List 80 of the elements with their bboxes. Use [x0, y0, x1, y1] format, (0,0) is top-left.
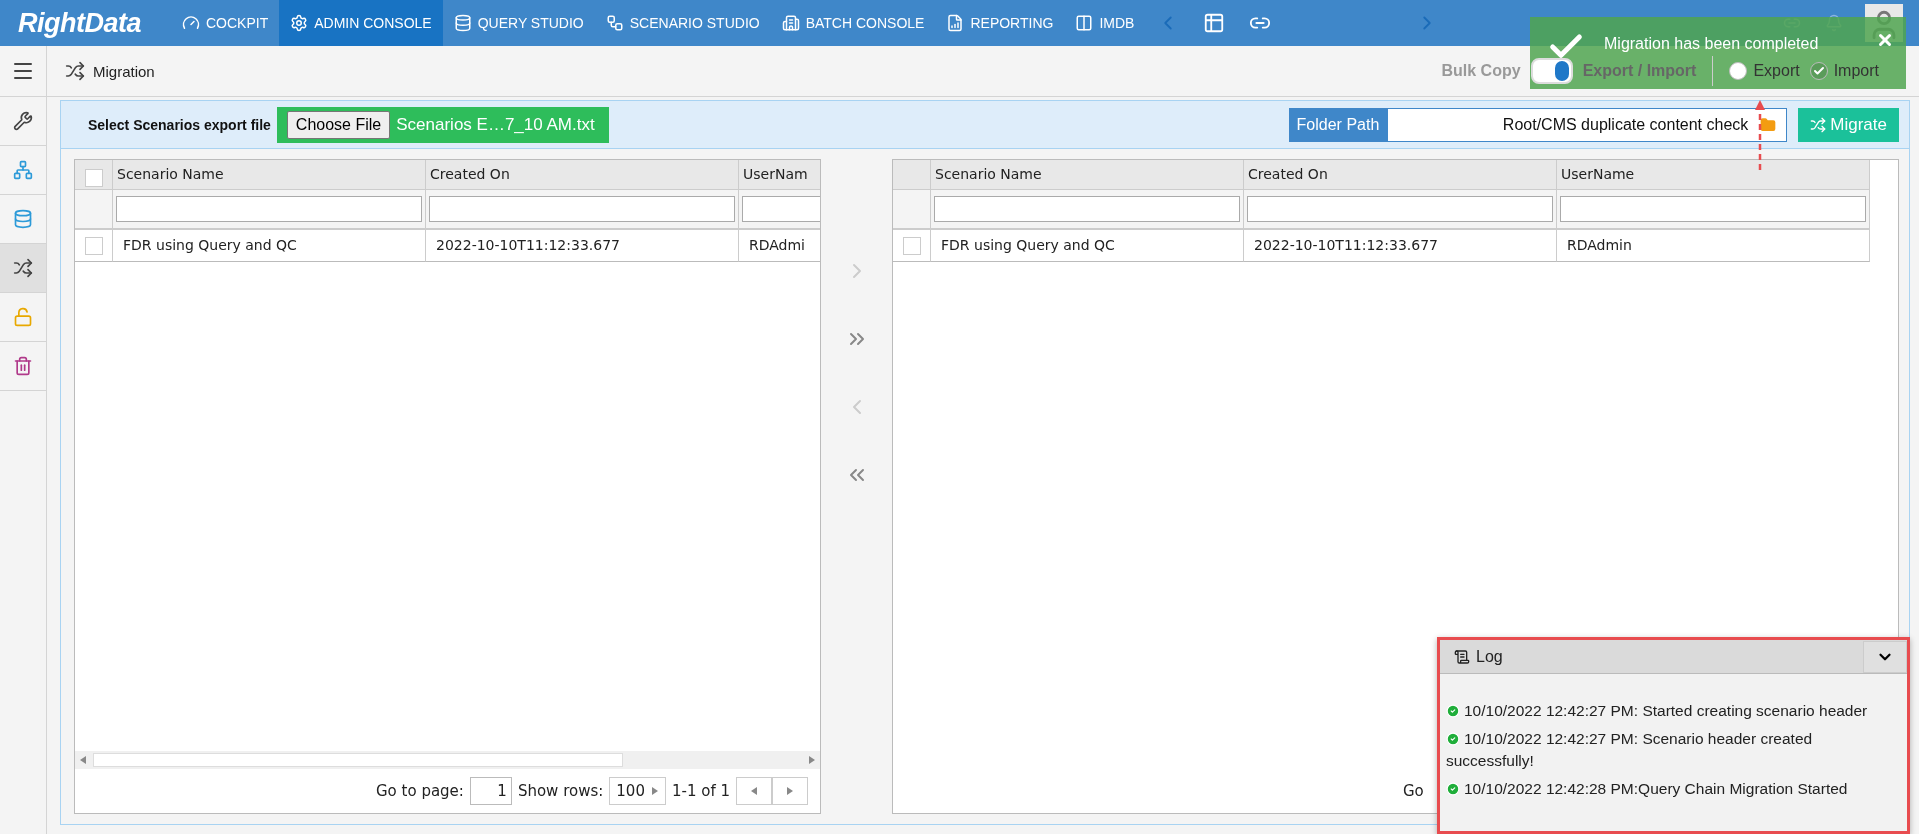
check-circle-icon [1446, 732, 1460, 746]
page-title: Migration [93, 62, 155, 80]
log-entry: 10/10/2022 12:42:27 PM: Scenario header created successfully! [1446, 729, 1814, 771]
file-label: Select Scenarios export file [88, 116, 271, 133]
folder-icon[interactable] [1760, 116, 1777, 133]
hierarchy-icon [13, 160, 33, 180]
table-cell: 2022-10-10T11:12:33.677 [1244, 230, 1557, 262]
column-header[interactable]: Created On [1244, 160, 1557, 190]
go-to-page-label: Go to page: [376, 782, 464, 800]
log-title: Log [1476, 647, 1503, 666]
select-all-checkbox[interactable] [84, 169, 103, 187]
building-icon [781, 14, 800, 32]
scroll-right-icon [808, 756, 816, 764]
check-icon [1812, 65, 1825, 77]
tools-icon [13, 111, 33, 131]
header-cell [893, 160, 931, 190]
table-cell: FDR using Query and QC [931, 230, 1244, 262]
show-rows-label: Show rows: [517, 782, 604, 800]
right-triangle-icon [786, 787, 794, 795]
nav-tab[interactable]: SCENARIO STUDIO [594, 0, 771, 46]
nav-tab[interactable]: REPORTING [935, 0, 1065, 46]
rows-select[interactable]: 100 [609, 777, 666, 805]
file-name: Scenarios E…7_10 AM.txt [396, 114, 595, 135]
nav-tab[interactable]: ADMIN CONSOLE [279, 0, 443, 46]
shuffle-icon [1810, 116, 1827, 133]
scroll-left-icon [79, 756, 87, 764]
toast-message: Migration has been completed [1604, 34, 1819, 53]
left-triangle-icon [750, 787, 758, 795]
collapse-button[interactable] [1863, 640, 1907, 673]
row-checkbox[interactable] [902, 237, 921, 255]
trash-icon [13, 356, 33, 376]
caret-icon [650, 787, 659, 795]
column-header[interactable]: Scenario Name [931, 160, 1244, 190]
column-header[interactable]: Scenario Name [113, 160, 426, 190]
horizontal-scrollbar[interactable] [75, 751, 820, 769]
log-entry: 10/10/2022 12:42:28 PM:Query Chain Migration Started [1446, 778, 1901, 800]
columns-icon [1075, 14, 1094, 32]
prev-page-button[interactable] [736, 777, 772, 805]
column-header[interactable]: UserName [1557, 160, 1870, 190]
database-icon [13, 209, 33, 229]
toggle-switch[interactable] [1530, 58, 1573, 84]
nav-tab[interactable]: QUERY STUDIO [442, 0, 595, 46]
table-cell: FDR using Query and QC [113, 230, 426, 262]
sidebar-item[interactable] [0, 244, 46, 293]
filter-input[interactable] [934, 196, 1240, 222]
log-entry: 10/10/2022 12:42:27 PM: Started creating scenario header [1446, 700, 1901, 722]
folder-path-field[interactable]: Root/CMS duplicate content check [1387, 107, 1788, 142]
folder-path-label: Folder Path [1288, 107, 1388, 142]
gear-icon [290, 14, 309, 32]
check-circle-icon [1446, 782, 1460, 796]
database-icon [453, 14, 472, 32]
logo: RightData [17, 6, 142, 40]
row-checkbox[interactable] [84, 237, 103, 255]
nav-tab[interactable]: IMDB [1064, 0, 1146, 46]
column-header[interactable]: UserNam [739, 160, 820, 190]
check-circle-icon [1446, 704, 1460, 718]
bulk-copy-label: Bulk Copy [1441, 62, 1521, 80]
shuffle-icon [65, 61, 85, 81]
gauge-icon [182, 14, 200, 32]
scroll-icon [1454, 648, 1470, 665]
table-cell: RDAdmin [1557, 230, 1870, 262]
nav-tab[interactable]: COCKPIT [171, 0, 280, 46]
report-icon [946, 14, 965, 32]
nav-tab[interactable]: BATCH CONSOLE [770, 0, 936, 46]
page-range: 1-1 of 1 [671, 782, 730, 800]
filter-input[interactable] [1247, 196, 1553, 222]
filter-input[interactable] [429, 196, 735, 222]
go-to-page-label: Go [1403, 782, 1424, 800]
table-cell: 2022-10-10T11:12:33.677 [426, 230, 739, 262]
close-icon[interactable] [1876, 31, 1894, 49]
filter-input[interactable] [116, 196, 422, 222]
next-page-button[interactable] [772, 777, 808, 805]
export-import-label: Export / Import [1582, 62, 1697, 80]
column-header[interactable]: Created On [426, 160, 739, 190]
unlock-icon [13, 307, 33, 327]
choose-file-button[interactable]: Choose File [286, 110, 391, 139]
shuffle-icon [13, 258, 33, 278]
flow-icon [605, 14, 624, 32]
page-input[interactable]: 1 [469, 777, 512, 805]
filter-input[interactable] [1560, 196, 1866, 222]
